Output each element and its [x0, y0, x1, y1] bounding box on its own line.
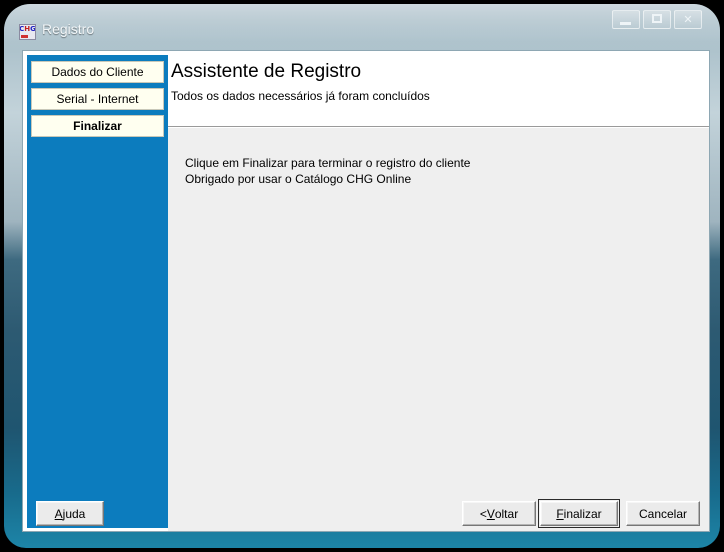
sidebar-item-label: Serial - Internet: [56, 92, 139, 106]
minimize-button[interactable]: [612, 10, 640, 29]
close-icon: ✕: [683, 13, 693, 26]
sidebar-item-label: Dados do Cliente: [51, 65, 144, 79]
sidebar-item-dados-do-cliente[interactable]: Dados do Cliente: [31, 61, 164, 83]
dialog-button-bar: Ajuda < Voltar Finalizar Cancelar: [22, 496, 710, 532]
cancel-button-label: Cancelar: [638, 506, 688, 521]
back-button-accel: V: [486, 506, 495, 521]
maximize-button[interactable]: [643, 10, 671, 29]
help-button[interactable]: Ajuda: [36, 501, 104, 526]
page-subtitle: Todos os dados necessários já foram conc…: [171, 89, 430, 103]
content-text-block: Clique em Finalizar para terminar o regi…: [185, 155, 470, 187]
help-button-label: juda: [62, 506, 86, 521]
page-title: Assistente de Registro: [171, 61, 362, 82]
content-line-1: Clique em Finalizar para terminar o regi…: [185, 156, 471, 170]
back-button[interactable]: < Voltar: [462, 501, 536, 526]
sidebar-item-finalizar[interactable]: Finalizar: [31, 115, 164, 137]
content-line-2: Obrigado por usar o Catálogo CHG Online: [185, 172, 412, 186]
window-title: Registro: [42, 21, 95, 37]
chg-app-icon: CHG: [19, 24, 36, 40]
wizard-header: Assistente de Registro Todos os dados ne…: [168, 51, 709, 127]
application-window: CHG Registro ✕ Dados do Cliente Serial -…: [4, 4, 720, 548]
sidebar-item-label: Finalizar: [73, 119, 122, 133]
maximize-icon: [652, 14, 662, 23]
title-bar: CHG Registro ✕: [4, 4, 720, 46]
back-button-label: oltar: [494, 506, 519, 521]
wizard-content-pane: Clique em Finalizar para terminar o regi…: [168, 128, 709, 531]
desktop-background: CHG Registro ✕ Dados do Cliente Serial -…: [0, 0, 724, 552]
back-button-prefix: <: [479, 506, 487, 521]
help-button-accel: A: [54, 506, 63, 521]
cancel-button[interactable]: Cancelar: [626, 501, 700, 526]
finish-button-accel: F: [556, 506, 564, 521]
wizard-step-sidebar: Dados do Cliente Serial - Internet Final…: [27, 55, 168, 528]
sidebar-item-serial-internet[interactable]: Serial - Internet: [31, 88, 164, 110]
finish-button-label: inalizar: [563, 506, 602, 521]
dialog-client-area: Dados do Cliente Serial - Internet Final…: [22, 50, 710, 532]
close-button[interactable]: ✕: [674, 10, 702, 29]
chg-app-icon-accent: [21, 35, 28, 38]
minimize-icon: [620, 22, 631, 25]
window-controls: ✕: [612, 10, 702, 29]
finish-button[interactable]: Finalizar: [538, 499, 620, 528]
